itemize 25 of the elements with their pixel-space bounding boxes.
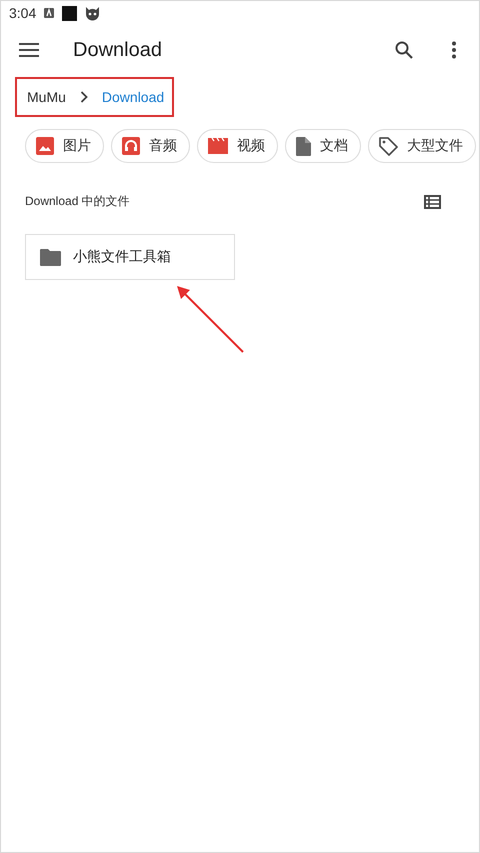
- notification-icon: [44, 8, 54, 18]
- list-view-icon[interactable]: [424, 194, 441, 208]
- image-icon: [36, 137, 54, 155]
- clapperboard-icon: [208, 138, 228, 154]
- filter-chip[interactable]: 视频: [197, 129, 278, 163]
- menu-icon[interactable]: [19, 43, 39, 57]
- filter-chip[interactable]: 音频: [111, 129, 190, 163]
- tag-icon: [379, 136, 398, 156]
- search-icon[interactable]: [395, 41, 413, 59]
- headphones-icon: [122, 137, 140, 155]
- folder-icon: [40, 248, 61, 266]
- filter-chip[interactable]: 文档: [285, 129, 361, 163]
- filter-chip[interactable]: 图片: [25, 129, 104, 163]
- filter-chip[interactable]: 大型文件: [368, 129, 476, 163]
- section-title: Download 中的文件: [25, 193, 130, 210]
- cat-icon: [85, 6, 100, 20]
- toolbar-title: Download: [73, 38, 163, 62]
- folder-card[interactable]: 小熊文件工具箱: [25, 234, 235, 280]
- notification-icon: [62, 6, 78, 20]
- document-icon: [296, 136, 311, 156]
- breadcrumb-item[interactable]: Download: [102, 89, 164, 105]
- status-time: 3:04: [9, 5, 36, 21]
- chevron-icon: [80, 91, 88, 103]
- more-icon[interactable]: [451, 41, 457, 59]
- breadcrumb-item[interactable]: MuMu: [27, 89, 66, 105]
